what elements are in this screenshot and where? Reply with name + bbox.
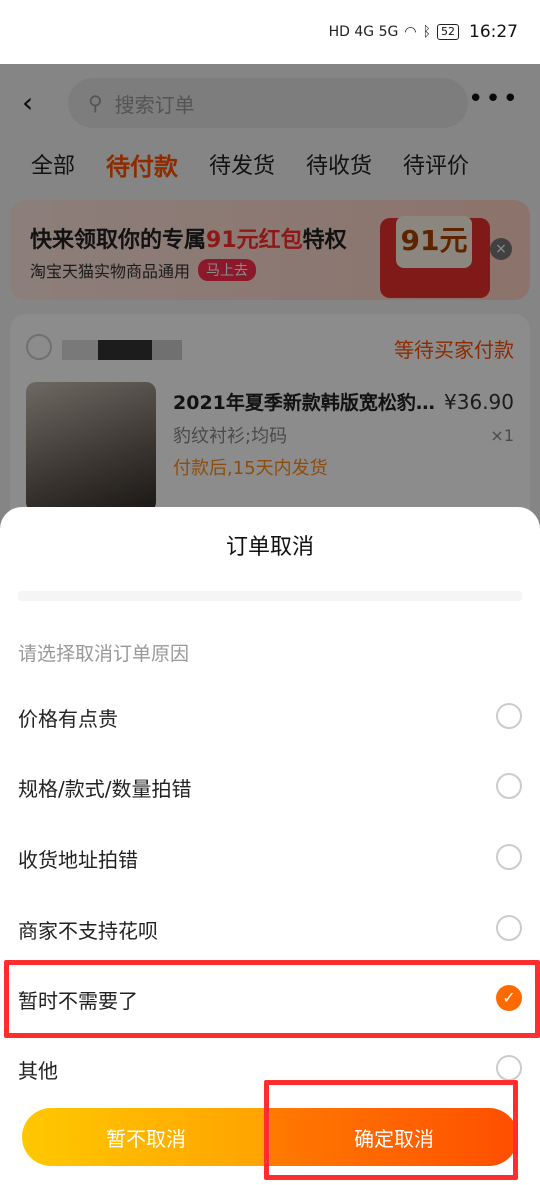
sheet-title: 订单取消 (225, 535, 314, 560)
battery-icon: 52 (437, 24, 459, 40)
status-bar: HD 4G 5G ◠ ᛒ 52 16:27 (0, 0, 540, 64)
reason-option[interactable]: 收货地址拍错 (0, 828, 540, 888)
reason-prompt: 请选择取消订单原因 (18, 643, 190, 665)
wifi-icon: ◠ (404, 24, 417, 40)
highlight-box-confirm-button (264, 1080, 518, 1180)
reason-option[interactable]: 价格有点贵 (0, 687, 540, 747)
clock: 16:27 (469, 22, 518, 42)
highlight-box-selected-reason (4, 960, 540, 1038)
reason-label: 规格/款式/数量拍错 (18, 777, 192, 801)
radio-unchecked-icon[interactable] (496, 844, 522, 870)
radio-unchecked-icon[interactable] (496, 915, 522, 941)
radio-unchecked-icon[interactable] (496, 773, 522, 799)
bluetooth-icon: ᛒ (422, 24, 431, 40)
reason-option[interactable]: 规格/款式/数量拍错 (0, 757, 540, 817)
reason-label: 价格有点贵 (18, 707, 118, 731)
reason-label: 收货地址拍错 (18, 848, 138, 872)
reason-label: 商家不支持花呗 (18, 919, 158, 943)
divider (18, 591, 522, 601)
radio-unchecked-icon[interactable] (496, 703, 522, 729)
reason-label: 其他 (18, 1059, 58, 1083)
keep-order-button[interactable]: 暂不取消 (22, 1108, 270, 1166)
radio-unchecked-icon[interactable] (496, 1055, 522, 1081)
network-icon: HD 4G 5G (328, 24, 399, 40)
reason-option[interactable]: 商家不支持花呗 (0, 899, 540, 959)
